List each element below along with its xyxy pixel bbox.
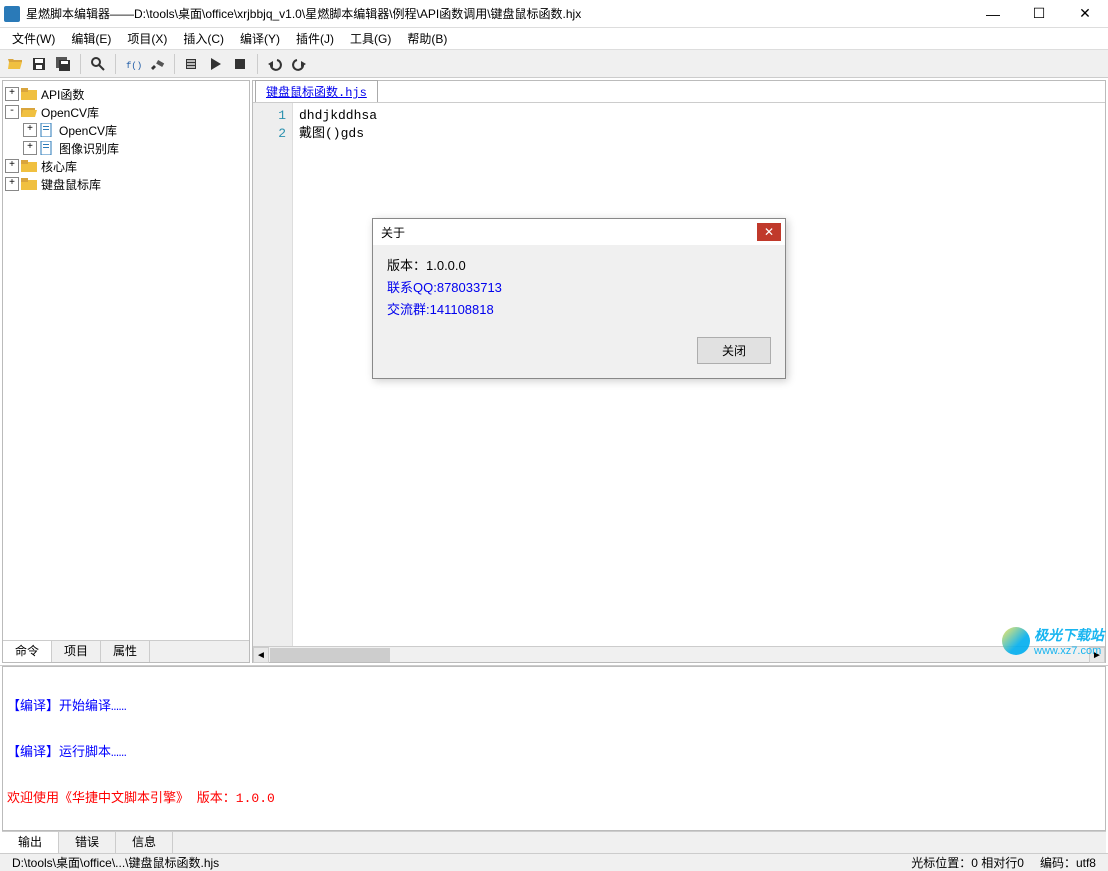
dialog-titlebar[interactable]: 关于 ✕ [373,219,785,245]
search-icon[interactable] [87,53,109,75]
status-encoding: 编码：utf8 [1032,854,1104,871]
tree-node-keyboard[interactable]: + 键盘鼠标库 [5,175,247,193]
statusbar: D:\tools\桌面\office\...\键盘鼠标函数.hjs 光标位置：0… [0,853,1108,871]
bottom-tabs: 输出 错误 信息 [2,831,1106,853]
plus-icon[interactable]: + [23,123,37,137]
save-all-icon[interactable] [52,53,74,75]
log-line: 【编译】开始编译…… [7,699,1101,715]
line-number: 2 [253,125,286,143]
tree-label: 图像识别库 [59,140,119,157]
editor-tabs: 键盘鼠标函数.hjs [253,81,1105,103]
about-version: 版本：1.0.0.0 [387,255,771,277]
tree-node-opencv[interactable]: - OpenCV库 [5,103,247,121]
menu-plugin[interactable]: 插件(J) [288,28,342,50]
build-icon[interactable] [181,53,203,75]
file-icon [39,141,55,155]
maximize-button[interactable]: ☐ [1016,0,1062,28]
window-title: 星燃脚本编辑器——D:\tools\桌面\office\xrjbbjq_v1.0… [26,5,970,22]
tree-node-imgrec[interactable]: + 图像识别库 [23,139,247,157]
status-cursor: 光标位置：0 相对行0 [903,854,1032,871]
toolbar: f() [0,50,1108,78]
separator [80,54,81,74]
minus-icon[interactable]: - [5,105,19,119]
folder-open-icon [21,105,37,119]
function-icon[interactable]: f() [122,53,144,75]
tab-attr[interactable]: 属性 [101,641,150,662]
about-group-link[interactable]: 交流群:141108818 [387,299,771,321]
tab-error[interactable]: 错误 [59,832,116,853]
run-icon[interactable] [205,53,227,75]
left-panel: + API函数 - OpenCV库 + OpenCV库 + 图像识别库 [2,80,250,663]
line-gutter: 1 2 [253,103,293,646]
tree-label: 键盘鼠标库 [41,176,101,193]
dialog-close-button[interactable]: ✕ [757,223,781,241]
log-line: 欢迎使用《华捷中文脚本引擎》 版本：1.0.0 [7,791,1101,807]
save-icon[interactable] [28,53,50,75]
settings-icon[interactable] [146,53,168,75]
separator [257,54,258,74]
tree-node-core[interactable]: + 核心库 [5,157,247,175]
undo-icon[interactable] [264,53,286,75]
open-icon[interactable] [4,53,26,75]
log-line: 【编译】运行脚本…… [7,745,1101,761]
tab-info[interactable]: 信息 [116,832,173,853]
tab-project[interactable]: 项目 [52,641,101,662]
plus-icon[interactable]: + [5,87,19,101]
redo-icon[interactable] [288,53,310,75]
dialog-button-row: 关闭 [373,337,785,378]
app-icon [4,6,20,22]
editor-tab-active[interactable]: 键盘鼠标函数.hjs [255,80,378,102]
tree-label: API函数 [41,86,84,103]
svg-text:f(): f() [126,61,141,71]
tree-node-opencv-lib[interactable]: + OpenCV库 [23,121,247,139]
bottom-panel: 【编译】开始编译…… 【编译】运行脚本…… 欢迎使用《华捷中文脚本引擎》 版本：… [0,665,1108,853]
menubar: 文件(W) 编辑(E) 项目(X) 插入(C) 编译(Y) 插件(J) 工具(G… [0,28,1108,50]
about-dialog: 关于 ✕ 版本：1.0.0.0 联系QQ:878033713 交流群:14110… [372,218,786,379]
close-button[interactable]: ✕ [1062,0,1108,28]
tree-label: OpenCV库 [41,104,99,121]
line-number: 1 [253,107,286,125]
menu-help[interactable]: 帮助(B) [399,28,455,50]
menu-project[interactable]: 项目(X) [119,28,175,50]
folder-icon [21,177,37,191]
scroll-thumb[interactable] [270,648,390,662]
titlebar: 星燃脚本编辑器——D:\tools\桌面\office\xrjbbjq_v1.0… [0,0,1108,28]
folder-icon [21,87,37,101]
about-qq-link[interactable]: 联系QQ:878033713 [387,277,771,299]
tab-output[interactable]: 输出 [2,832,59,853]
separator [115,54,116,74]
output-log[interactable]: 【编译】开始编译…… 【编译】运行脚本…… 欢迎使用《华捷中文脚本引擎》 版本：… [2,666,1106,831]
left-tabs: 命令 项目 属性 [3,640,249,662]
dialog-body: 版本：1.0.0.0 联系QQ:878033713 交流群:141108818 [373,245,785,337]
tree-label: 核心库 [41,158,77,175]
separator [174,54,175,74]
status-path: D:\tools\桌面\office\...\键盘鼠标函数.hjs [4,854,227,871]
window-controls: — ☐ ✕ [970,0,1108,28]
tree-node-api[interactable]: + API函数 [5,85,247,103]
scroll-left-icon[interactable]: ◄ [253,647,269,663]
menu-tools[interactable]: 工具(G) [342,28,399,50]
dialog-close-ok-button[interactable]: 关闭 [697,337,771,364]
scroll-right-icon[interactable]: ► [1089,647,1105,663]
plus-icon[interactable]: + [5,177,19,191]
plus-icon[interactable]: + [5,159,19,173]
plus-icon[interactable]: + [23,141,37,155]
minimize-button[interactable]: — [970,0,1016,28]
menu-insert[interactable]: 插入(C) [175,28,232,50]
tree-view[interactable]: + API函数 - OpenCV库 + OpenCV库 + 图像识别库 [3,81,249,640]
code-line: dhdjkddhsa [299,107,1105,125]
code-line: 戴图()gds [299,125,1105,143]
stop-icon[interactable] [229,53,251,75]
tree-label: OpenCV库 [59,122,117,139]
tab-command[interactable]: 命令 [3,641,52,662]
menu-edit[interactable]: 编辑(E) [63,28,119,50]
horizontal-scrollbar[interactable]: ◄ ► [253,646,1105,662]
menu-compile[interactable]: 编译(Y) [232,28,288,50]
dialog-title: 关于 [381,224,405,241]
menu-file[interactable]: 文件(W) [4,28,63,50]
folder-icon [21,159,37,173]
file-icon [39,123,55,137]
